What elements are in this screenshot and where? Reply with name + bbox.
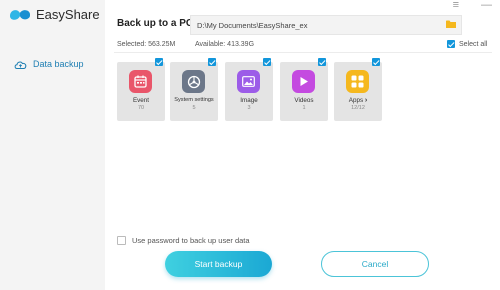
checkbox-checked-icon[interactable] bbox=[263, 58, 271, 66]
category-name: Videos bbox=[294, 97, 314, 104]
category-tile-event[interactable]: Event 70 bbox=[117, 58, 165, 121]
category-name: Apps bbox=[348, 97, 364, 104]
easyshare-logo-icon bbox=[10, 10, 30, 20]
category-count: 12/12 bbox=[351, 105, 365, 111]
app-name: EasyShare bbox=[36, 6, 100, 22]
window-controls: ≡ — bbox=[453, 0, 492, 11]
category-count: 1 bbox=[302, 105, 306, 111]
menu-icon[interactable]: ≡ bbox=[453, 0, 459, 11]
category-name: System settings bbox=[174, 97, 214, 103]
category-tile-videos[interactable]: Videos 1 bbox=[280, 58, 328, 121]
password-checkbox[interactable] bbox=[117, 236, 126, 245]
minimize-icon[interactable]: — bbox=[481, 0, 492, 11]
app-logo: EasyShare bbox=[8, 6, 100, 22]
category-count: 5 bbox=[192, 105, 196, 111]
calendar-icon bbox=[129, 70, 152, 93]
play-icon bbox=[292, 70, 315, 93]
password-option[interactable]: Use password to back up user data bbox=[117, 236, 250, 245]
folder-icon[interactable] bbox=[446, 20, 456, 28]
available-size: Available: 413.39G bbox=[195, 41, 255, 48]
cloud-icon bbox=[14, 61, 27, 69]
checkbox-checked-icon[interactable] bbox=[372, 58, 380, 66]
select-all-checkbox[interactable]: Select all bbox=[447, 40, 487, 48]
checkbox-checked-icon bbox=[447, 40, 455, 48]
checkbox-checked-icon[interactable] bbox=[318, 58, 326, 66]
settings-wheel-icon bbox=[182, 70, 205, 93]
category-name: Image bbox=[240, 97, 258, 104]
apps-grid-icon bbox=[346, 70, 369, 93]
select-all-label: Select all bbox=[459, 40, 488, 48]
sidebar-item-label: Data backup bbox=[33, 59, 84, 69]
category-count: 3 bbox=[247, 105, 251, 111]
page-title: Back up to a PC bbox=[117, 18, 194, 29]
category-tile-image[interactable]: Image 3 bbox=[225, 58, 273, 121]
backup-path-field[interactable]: D:\My Documents\EasyShare_ex bbox=[190, 15, 462, 35]
password-option-label: Use password to back up user data bbox=[132, 236, 250, 245]
checkbox-checked-icon[interactable] bbox=[208, 58, 216, 66]
category-tile-apps[interactable]: Apps › 12/12 bbox=[334, 58, 382, 121]
category-name-row: Apps › bbox=[334, 97, 382, 104]
chevron-right-icon[interactable]: › bbox=[365, 97, 367, 104]
sidebar-item-data-backup[interactable]: Data backup bbox=[0, 53, 105, 75]
image-icon bbox=[237, 70, 260, 93]
sidebar: EasyShare Data backup bbox=[0, 0, 105, 290]
selected-size: Selected: 563.25M bbox=[117, 41, 176, 48]
start-backup-button[interactable]: Start backup bbox=[165, 251, 272, 277]
cancel-button[interactable]: Cancel bbox=[321, 251, 429, 277]
category-name: Event bbox=[132, 97, 150, 104]
category-tile-system-settings[interactable]: System settings 5 bbox=[170, 58, 218, 121]
backup-path-text: D:\My Documents\EasyShare_ex bbox=[197, 21, 308, 30]
checkbox-checked-icon[interactable] bbox=[155, 58, 163, 66]
category-count: 70 bbox=[137, 105, 145, 111]
divider bbox=[114, 52, 492, 53]
